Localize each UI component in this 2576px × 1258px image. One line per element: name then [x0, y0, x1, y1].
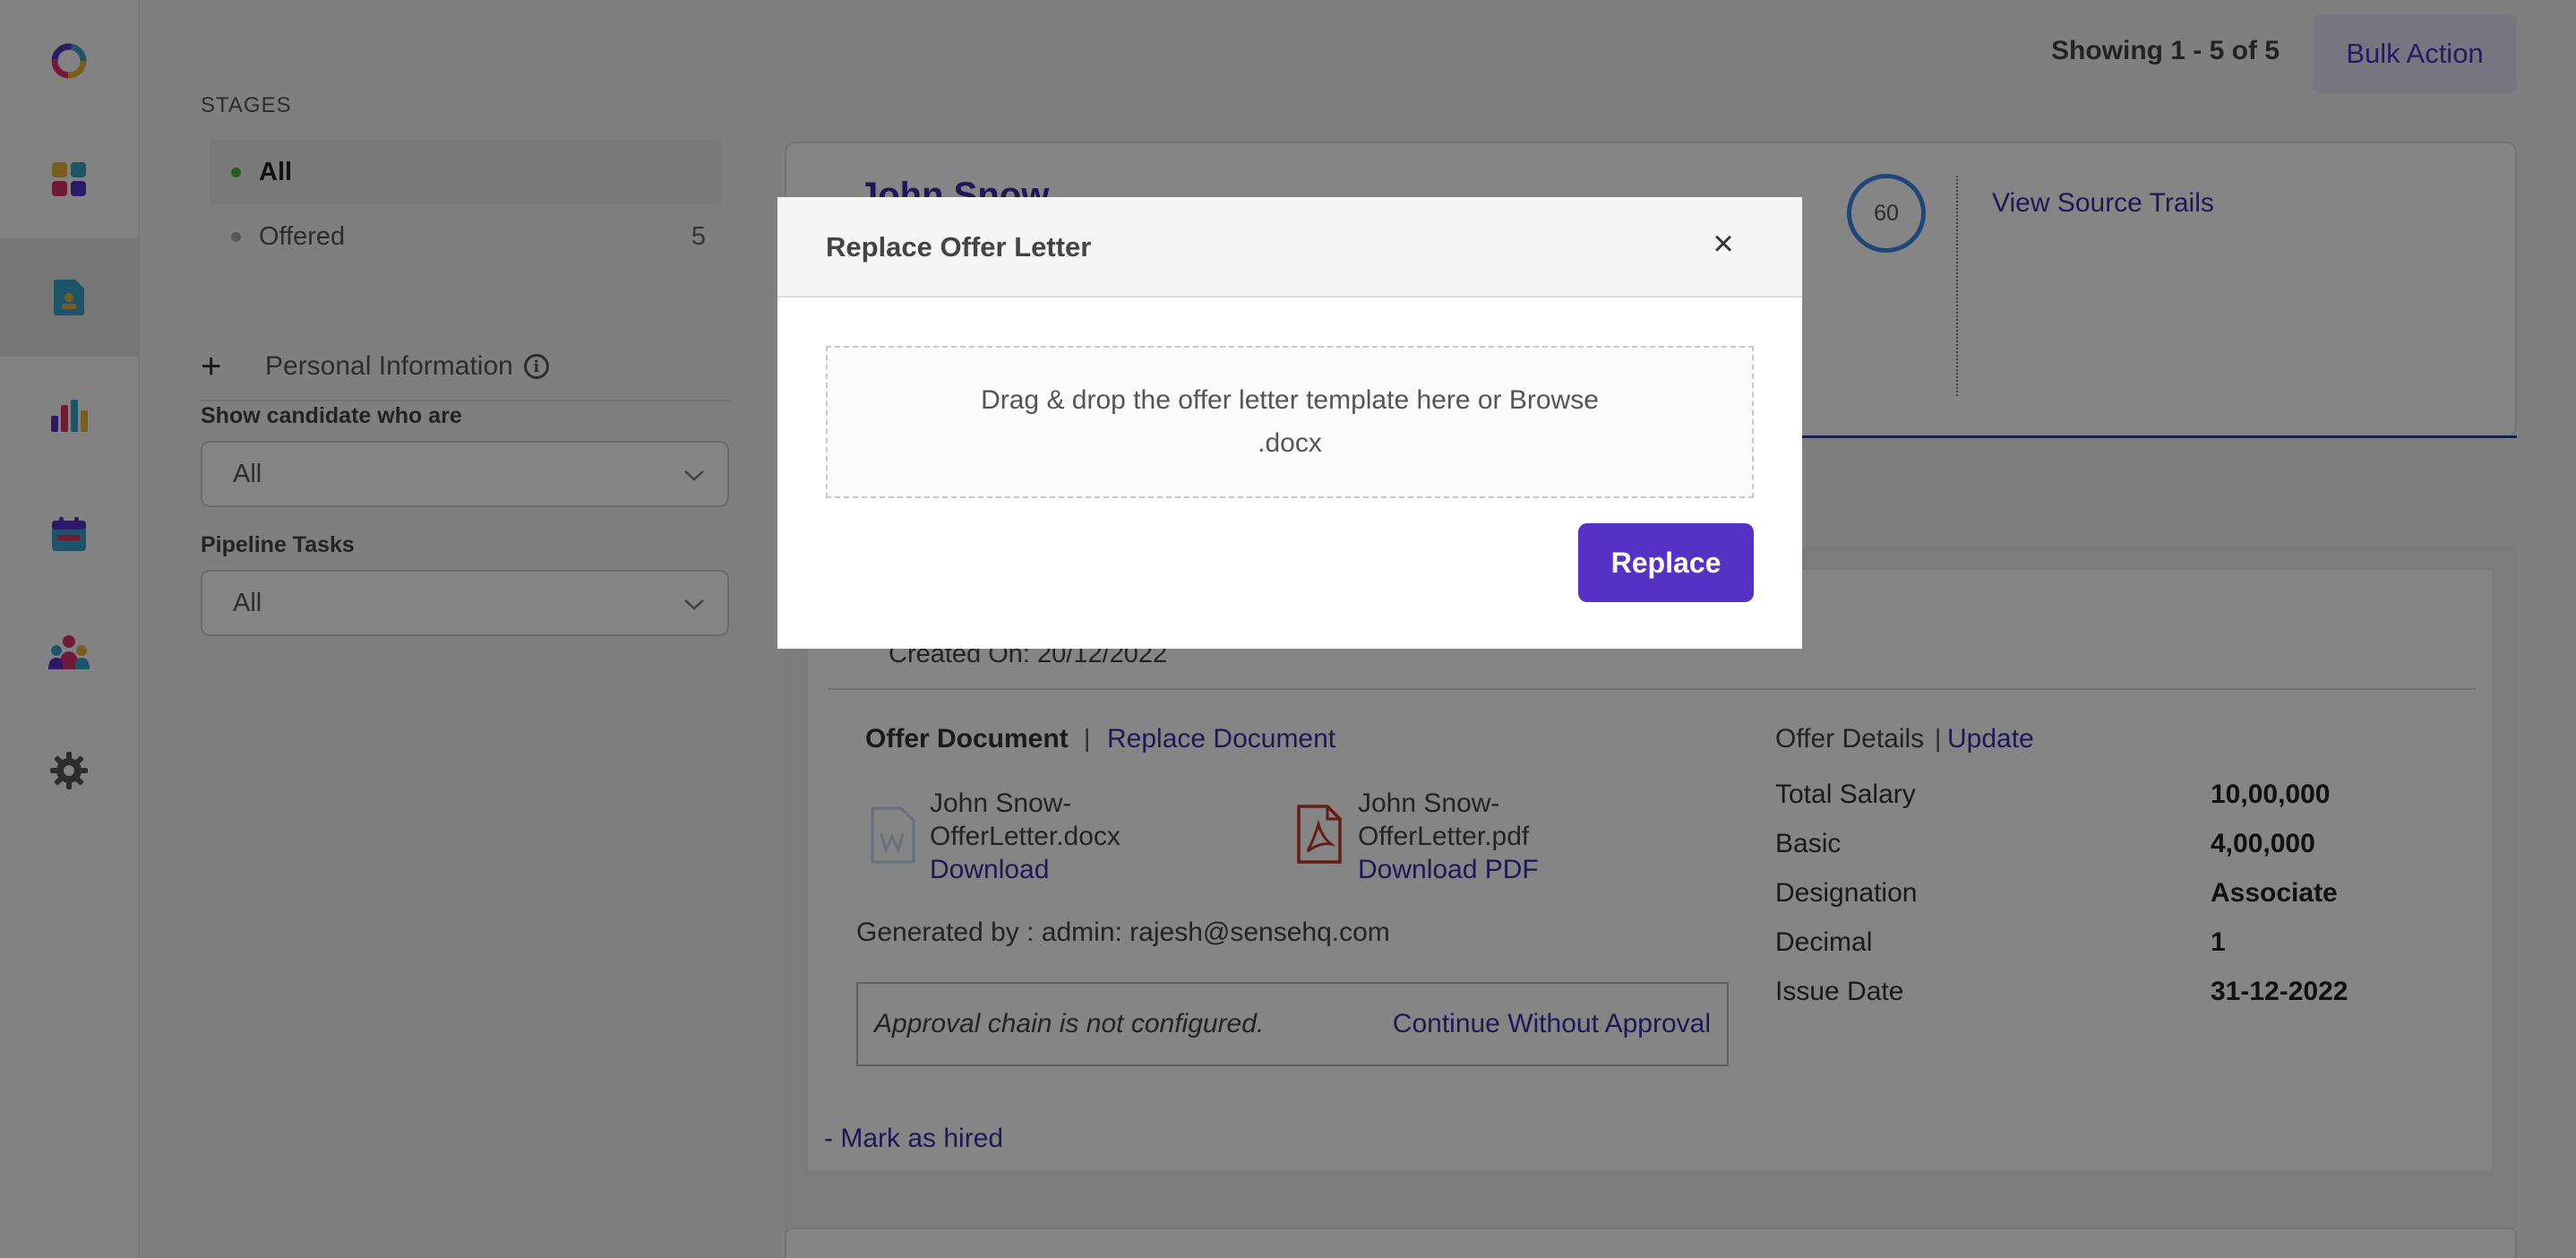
- replace-button[interactable]: Replace: [1578, 523, 1754, 602]
- file-dropzone[interactable]: Drag & drop the offer letter template he…: [826, 346, 1754, 498]
- modal-header: Replace Offer Letter ×: [777, 197, 1802, 297]
- replace-offer-letter-modal: Replace Offer Letter × Drag & drop the o…: [777, 197, 1802, 649]
- dropzone-format: .docx: [1258, 428, 1322, 458]
- close-icon[interactable]: ×: [1704, 224, 1743, 263]
- modal-title: Replace Offer Letter: [826, 231, 1092, 263]
- dropzone-text: Drag & drop the offer letter template he…: [981, 385, 1599, 415]
